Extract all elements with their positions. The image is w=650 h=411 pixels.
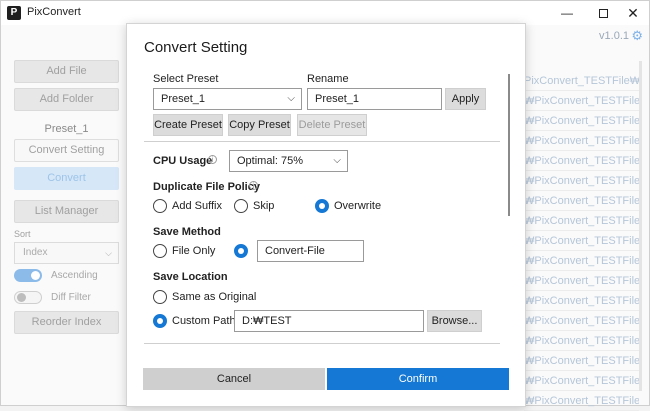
dialog-scrollbar[interactable]: [508, 74, 510, 216]
radio-overwrite[interactable]: [315, 199, 329, 213]
add-folder-button[interactable]: Add Folder: [14, 88, 119, 111]
app-title: PixConvert: [27, 6, 81, 18]
minimize-button[interactable]: —: [549, 1, 585, 25]
chevron-down-icon: ⌵: [287, 93, 295, 104]
file-list-item[interactable]: PixConvert_TESTFile₩20: [524, 71, 639, 91]
title-bar: P PixConvert — ✕: [1, 1, 649, 25]
sort-label: Sort: [14, 229, 31, 239]
browse-button[interactable]: Browse...: [427, 310, 482, 332]
rename-label: Rename: [307, 73, 349, 85]
list-manager-button[interactable]: List Manager: [14, 200, 119, 223]
apply-button[interactable]: Apply: [445, 88, 486, 110]
app-window: P PixConvert — ✕ v1.0.1 ⚙ Add File Add F…: [0, 0, 650, 411]
file-only-label: File Only: [172, 245, 216, 257]
radio-folder[interactable]: [234, 244, 248, 258]
ascending-label: Ascending: [51, 270, 98, 281]
app-logo-icon: P: [7, 6, 21, 20]
file-list-item[interactable]: ₩PixConvert_TESTFile₩20: [524, 351, 639, 371]
file-list-item[interactable]: ₩PixConvert_TESTFile₩20: [524, 211, 639, 231]
file-list-item[interactable]: ₩PixConvert_TESTFile₩20: [524, 231, 639, 251]
skip-label: Skip: [253, 200, 275, 212]
file-list-item[interactable]: ₩PixConvert_TESTFile₩20: [524, 331, 639, 351]
save-location-label: Save Location: [153, 271, 228, 283]
duplicate-policy-label: Duplicate File Policy: [153, 181, 260, 193]
sort-select-value: Index: [23, 247, 48, 258]
file-list-scrollbar[interactable]: [639, 61, 642, 391]
file-list-item[interactable]: ₩PixConvert_TESTFile₩20: [524, 311, 639, 331]
sort-select[interactable]: Index ⌵: [14, 242, 119, 264]
radio-skip[interactable]: [234, 199, 248, 213]
divider: [144, 343, 500, 344]
maximize-icon: [598, 9, 608, 19]
delete-preset-button: Delete Preset: [297, 114, 367, 136]
diff-filter-label: Diff Filter: [51, 292, 91, 303]
folder-name-input[interactable]: Convert-File: [257, 240, 364, 262]
save-method-label: Save Method: [153, 226, 221, 238]
close-button[interactable]: ✕: [615, 1, 650, 25]
cpu-usage-select[interactable]: Optimal: 75% ⌵: [229, 150, 348, 172]
toggle-knob: [17, 293, 26, 302]
chevron-down-icon: ⌵: [333, 155, 341, 166]
radio-custom-path[interactable]: [153, 314, 167, 328]
file-list-item[interactable]: ₩PixConvert_TESTFile₩20: [524, 291, 639, 311]
select-preset-label: Select Preset: [153, 73, 219, 85]
cpu-usage-label: CPU Usage: [153, 155, 213, 167]
cpu-usage-value: Optimal: 75%: [237, 155, 304, 167]
file-list-item[interactable]: ₩PixConvert_TESTFile₩20: [524, 391, 639, 411]
confirm-button[interactable]: Confirm: [327, 368, 509, 390]
toggle-knob: [31, 271, 40, 280]
create-preset-button[interactable]: Create Preset: [153, 114, 223, 136]
divider: [144, 141, 500, 142]
convert-setting-button[interactable]: Convert Setting: [14, 139, 119, 162]
dialog-title: Convert Setting: [144, 39, 248, 56]
file-list-item[interactable]: ₩PixConvert_TESTFile₩20: [524, 111, 639, 131]
preset-select-value: Preset_1: [161, 93, 206, 105]
same-as-original-label: Same as Original: [172, 291, 257, 303]
ascending-toggle[interactable]: [14, 269, 42, 282]
convert-button[interactable]: Convert: [14, 167, 119, 190]
info-icon[interactable]: i: [208, 155, 217, 164]
file-list-item[interactable]: ₩PixConvert_TESTFile₩20: [524, 191, 639, 211]
custom-path-input[interactable]: D:₩TEST: [234, 310, 424, 332]
reorder-index-button[interactable]: Reorder Index: [14, 311, 119, 334]
radio-file-only[interactable]: [153, 244, 167, 258]
preset-select[interactable]: Preset_1 ⌵: [153, 88, 302, 110]
file-list-item[interactable]: ₩PixConvert_TESTFile₩20: [524, 271, 639, 291]
file-list-item[interactable]: ₩PixConvert_TESTFile₩A: [524, 371, 639, 391]
overwrite-label: Overwrite: [334, 200, 382, 212]
custom-path-label: Custom Path: [172, 315, 236, 327]
add-suffix-label: Add Suffix: [172, 200, 222, 212]
current-preset-label: Preset_1: [44, 123, 89, 135]
file-list-item[interactable]: ₩PixConvert_TESTFile₩20: [524, 91, 639, 111]
version-label: v1.0.1: [599, 30, 629, 42]
file-list-item[interactable]: ₩PixConvert_TESTFile₩20: [524, 171, 639, 191]
add-file-button[interactable]: Add File: [14, 60, 119, 83]
cancel-button[interactable]: Cancel: [143, 368, 325, 390]
rename-input[interactable]: Preset_1: [307, 88, 442, 110]
copy-preset-button[interactable]: Copy Preset: [228, 114, 291, 136]
radio-add-suffix[interactable]: [153, 199, 167, 213]
diff-filter-toggle[interactable]: [14, 291, 42, 304]
info-icon[interactable]: i: [249, 181, 258, 190]
gear-icon[interactable]: ⚙: [631, 28, 643, 44]
chevron-down-icon: ⌵: [105, 248, 112, 258]
file-list-item[interactable]: ₩PixConvert_TESTFile₩20: [524, 131, 639, 151]
convert-setting-dialog: Convert Setting Select Preset Preset_1 ⌵…: [126, 23, 526, 407]
radio-same-as-original[interactable]: [153, 290, 167, 304]
file-list-item[interactable]: ₩PixConvert_TESTFile₩20: [524, 251, 639, 271]
file-list-item[interactable]: ₩PixConvert_TESTFile₩20: [524, 151, 639, 171]
